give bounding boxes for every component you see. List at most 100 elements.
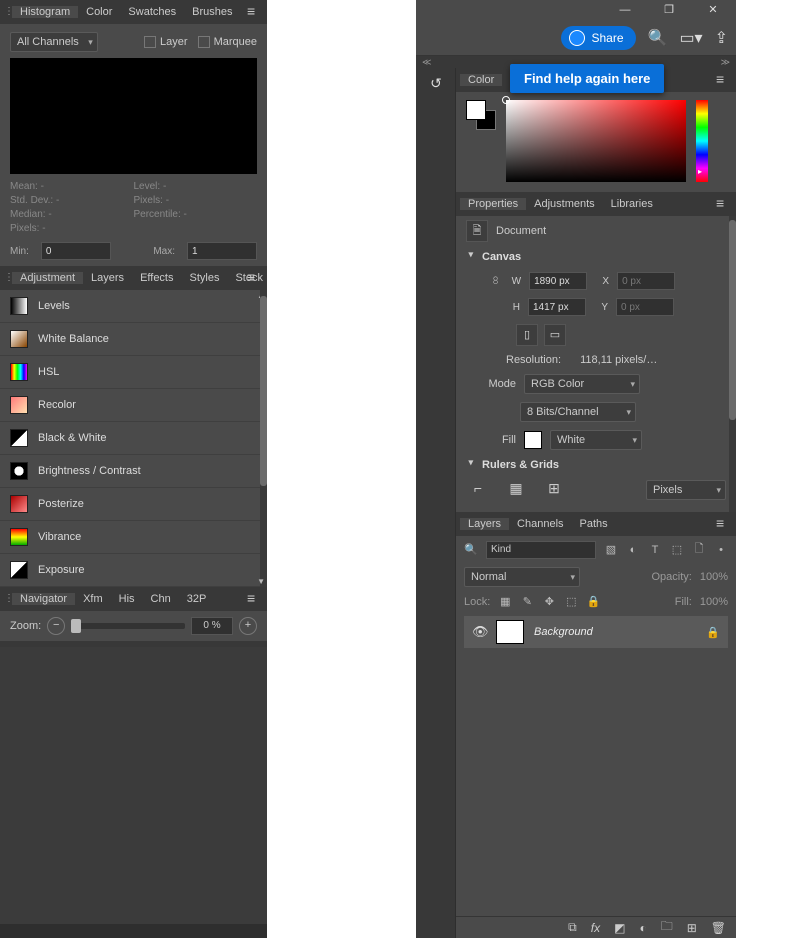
filter-search-icon[interactable]: 🔍 bbox=[464, 543, 478, 556]
layer-thumbnail[interactable] bbox=[496, 620, 524, 644]
panel-menu-icon[interactable]: ≡ bbox=[716, 72, 730, 86]
guides-icon[interactable]: ⊞ bbox=[542, 480, 566, 500]
x-input[interactable] bbox=[617, 272, 675, 290]
grid-icon[interactable]: ▦ bbox=[504, 480, 528, 500]
tab-adjustments[interactable]: Adjustments bbox=[526, 198, 603, 210]
tab-adjustment[interactable]: Adjustment bbox=[12, 272, 83, 284]
tab-libraries[interactable]: Libraries bbox=[603, 198, 661, 210]
tab-chn[interactable]: Chn bbox=[143, 593, 179, 605]
rulers-section[interactable]: ▸Rulers & Grids bbox=[456, 454, 736, 476]
adjustment-hsl[interactable]: HSL bbox=[0, 356, 267, 389]
tab-effects[interactable]: Effects bbox=[132, 272, 181, 284]
width-input[interactable] bbox=[529, 272, 587, 290]
fill-dropdown[interactable]: White bbox=[550, 430, 642, 450]
lock-pixels-icon[interactable]: ✎ bbox=[520, 595, 534, 608]
zoom-in-button[interactable]: + bbox=[239, 617, 257, 635]
lock-icon[interactable]: 🔒 bbox=[706, 626, 720, 639]
tab-color[interactable]: Color bbox=[460, 74, 502, 86]
opacity-value[interactable]: 100% bbox=[700, 571, 728, 583]
channel-dropdown[interactable]: All Channels bbox=[10, 32, 98, 52]
layer-style-icon[interactable]: fx bbox=[591, 921, 600, 935]
filter-type-icon[interactable]: T bbox=[648, 544, 662, 556]
color-mode-dropdown[interactable]: RGB Color bbox=[524, 374, 640, 394]
minimize-button[interactable]: — bbox=[612, 1, 638, 19]
tab-xfm[interactable]: Xfm bbox=[75, 593, 111, 605]
panel-menu-icon[interactable]: ≡ bbox=[716, 196, 730, 210]
zoom-slider[interactable] bbox=[71, 623, 185, 629]
marquee-checkbox[interactable]: Marquee bbox=[198, 36, 257, 48]
adjustment-scrollbar[interactable] bbox=[260, 290, 267, 587]
new-layer-icon[interactable]: ⊞ bbox=[687, 921, 697, 935]
foreground-background-swatch[interactable] bbox=[466, 100, 496, 130]
grip-icon[interactable]: ⋮⋮ bbox=[4, 266, 12, 290]
panel-menu-icon[interactable]: ≡ bbox=[716, 516, 730, 530]
orient-landscape-button[interactable]: ▭ bbox=[544, 324, 566, 346]
y-input[interactable] bbox=[616, 298, 674, 316]
adjustment-white-balance[interactable]: White Balance bbox=[0, 323, 267, 356]
visibility-icon[interactable]: 👁 bbox=[472, 624, 486, 640]
adjustment-levels[interactable]: Levels bbox=[0, 290, 267, 323]
grip-icon[interactable]: ⋮⋮ bbox=[4, 587, 12, 611]
adjustment-posterize[interactable]: Posterize bbox=[0, 488, 267, 521]
delete-layer-icon[interactable]: 🗑 bbox=[711, 921, 726, 935]
adjustment-recolor[interactable]: Recolor bbox=[0, 389, 267, 422]
export-icon[interactable]: ⇪ bbox=[715, 28, 728, 48]
filter-smart-icon[interactable]: 🗋 bbox=[692, 540, 706, 559]
fill-swatch[interactable] bbox=[524, 431, 542, 449]
scroll-down-icon[interactable]: ▼ bbox=[257, 577, 265, 586]
ruler-icon[interactable]: ⌐ bbox=[466, 480, 490, 500]
filter-image-icon[interactable]: ▧ bbox=[604, 543, 618, 556]
lock-artboard-icon[interactable]: ⬚ bbox=[564, 595, 578, 608]
adjustment-exposure[interactable]: Exposure bbox=[0, 554, 267, 587]
layer-filter-input[interactable] bbox=[486, 541, 596, 559]
tab-styles[interactable]: Styles bbox=[182, 272, 228, 284]
color-field[interactable] bbox=[506, 100, 686, 182]
max-input[interactable] bbox=[187, 242, 257, 260]
tab-layers[interactable]: Layers bbox=[83, 272, 132, 284]
zoom-value[interactable]: 0 % bbox=[191, 617, 233, 635]
adjustment-black-white[interactable]: Black & White bbox=[0, 422, 267, 455]
adjustment-brightness-contrast[interactable]: Brightness / Contrast bbox=[0, 455, 267, 488]
ruler-unit-dropdown[interactable]: Pixels bbox=[646, 480, 726, 500]
tab-navigator[interactable]: Navigator bbox=[12, 593, 75, 605]
workspace-icon[interactable]: ▭▾ bbox=[679, 28, 702, 48]
grip-icon[interactable]: ⋮⋮ bbox=[4, 0, 12, 24]
height-input[interactable] bbox=[528, 298, 586, 316]
new-fill-adj-icon[interactable]: ◐ bbox=[639, 921, 646, 935]
restore-button[interactable]: ❐ bbox=[656, 1, 682, 19]
filter-shape-icon[interactable]: ⬚ bbox=[670, 543, 684, 556]
layer-row[interactable]: 👁 Background 🔒 bbox=[464, 616, 728, 648]
layer-mask-icon[interactable]: ◩ bbox=[614, 921, 625, 935]
bit-depth-dropdown[interactable]: 8 Bits/Channel bbox=[520, 402, 636, 422]
lock-position-icon[interactable]: ✥ bbox=[542, 595, 556, 608]
blend-mode-dropdown[interactable]: Normal bbox=[464, 567, 580, 587]
link-layers-icon[interactable]: ⧉ bbox=[568, 920, 577, 935]
foreground-swatch[interactable] bbox=[466, 100, 486, 120]
tab-swatches[interactable]: Swatches bbox=[120, 6, 184, 18]
tab-layers[interactable]: Layers bbox=[460, 518, 509, 530]
tab-his[interactable]: His bbox=[111, 593, 143, 605]
panel-menu-icon[interactable]: ≡ bbox=[247, 4, 261, 18]
collapse-right-icon[interactable]: ≫ bbox=[721, 56, 730, 68]
canvas-section[interactable]: ▸Canvas bbox=[456, 246, 736, 268]
tab-brushes[interactable]: Brushes bbox=[184, 6, 240, 18]
orient-portrait-button[interactable]: ▯ bbox=[516, 324, 538, 346]
adjustment-vibrance[interactable]: Vibrance bbox=[0, 521, 267, 554]
panel-menu-icon[interactable]: ≡ bbox=[247, 591, 261, 605]
tab-color[interactable]: Color bbox=[78, 6, 120, 18]
layer-fill-value[interactable]: 100% bbox=[700, 596, 728, 608]
new-group-icon[interactable]: 🗀 bbox=[661, 917, 673, 938]
panel-menu-icon[interactable]: ≡ bbox=[247, 270, 261, 284]
tab-paths[interactable]: Paths bbox=[572, 518, 616, 530]
search-icon[interactable]: 🔍 bbox=[648, 28, 668, 48]
tab-channels[interactable]: Channels bbox=[509, 518, 571, 530]
share-button[interactable]: Share bbox=[561, 26, 635, 50]
lock-transparency-icon[interactable]: ▦ bbox=[498, 595, 512, 608]
close-button[interactable]: ✕ bbox=[700, 1, 726, 19]
tab-histogram[interactable]: Histogram bbox=[12, 6, 78, 18]
min-input[interactable] bbox=[41, 242, 111, 260]
layer-name[interactable]: Background bbox=[534, 626, 696, 638]
filter-toggle-icon[interactable]: • bbox=[714, 544, 728, 556]
zoom-out-button[interactable]: − bbox=[47, 617, 65, 635]
properties-scrollbar[interactable] bbox=[729, 216, 736, 512]
